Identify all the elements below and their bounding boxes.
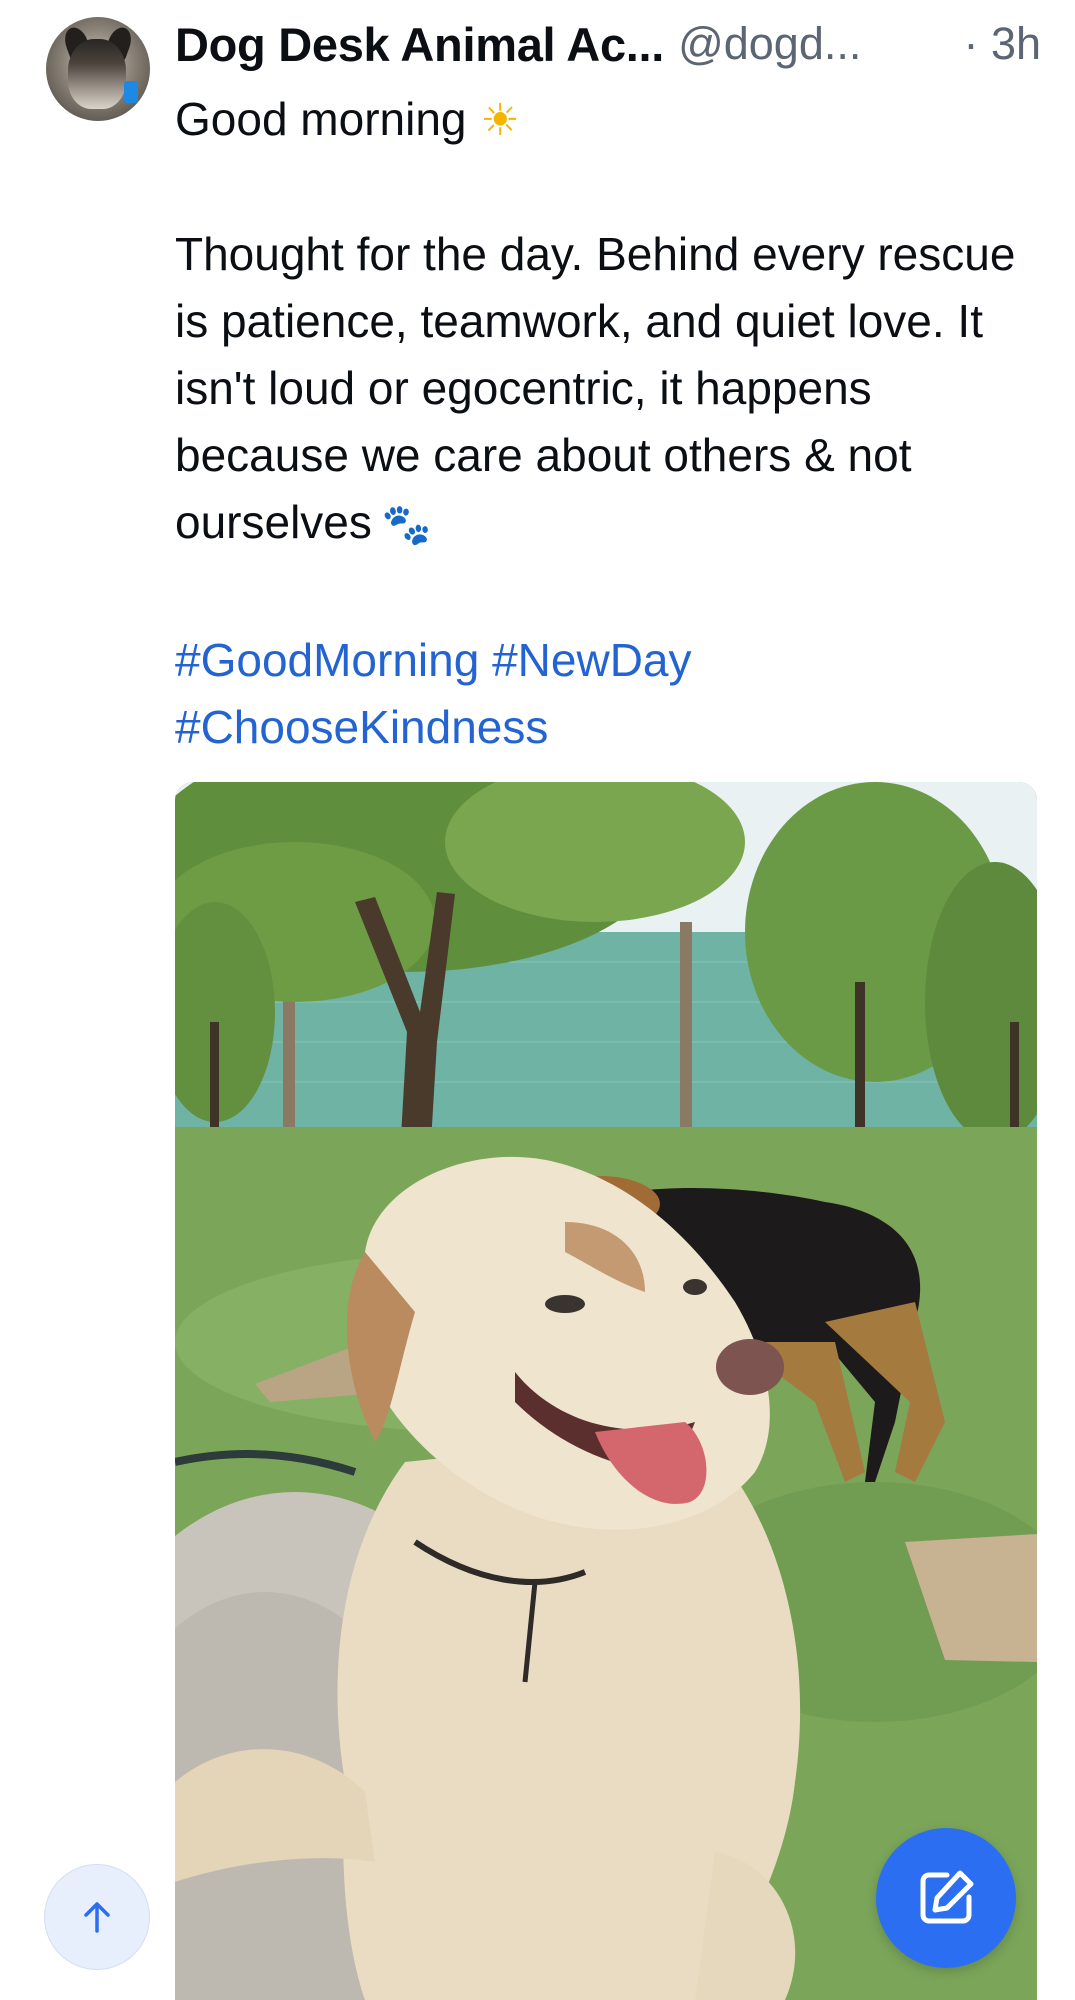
post-body-spacer — [175, 154, 1045, 221]
post-paragraph: Thought for the day. Behind every rescue… — [175, 221, 1045, 559]
post-header: Dog Desk Animal Ac... @dogd... · 3h — [175, 14, 1041, 74]
author-display-name[interactable]: Dog Desk Animal Ac... — [175, 17, 664, 72]
avatar-dog-face — [68, 39, 126, 109]
scroll-to-top-button[interactable] — [44, 1864, 150, 1970]
post-greeting-line: Good morning ☀ — [175, 86, 1045, 154]
photo-white-dog-nose — [716, 1339, 784, 1395]
post: Dog Desk Animal Ac... @dogd... · 3h Good… — [0, 0, 1075, 2000]
dog-photo — [175, 782, 1037, 2000]
photo-white-dog-eye — [545, 1295, 585, 1313]
post-image[interactable] — [175, 782, 1037, 2000]
hashtag-link[interactable]: #GoodMorning — [175, 634, 479, 686]
photo-tree-trunk — [210, 1022, 219, 1142]
arrow-up-icon — [84, 1902, 110, 1933]
author-handle[interactable]: @dogd... — [678, 18, 861, 70]
post-body: Good morning ☀ Thought for the day. Behin… — [175, 86, 1045, 559]
avatar-collar-tag — [124, 81, 138, 103]
post-greeting-text: Good morning — [175, 93, 467, 145]
post-paragraph-text: Thought for the day. Behind every rescue… — [175, 228, 1016, 548]
hashtag-link[interactable]: #ChooseKindness — [175, 701, 548, 753]
compose-edit-icon — [920, 1870, 974, 1924]
hashtag-link[interactable]: #NewDay — [492, 634, 691, 686]
sun-icon: ☀ — [480, 95, 520, 146]
photo-white-dog-eye — [683, 1279, 707, 1295]
author-avatar[interactable] — [46, 17, 150, 121]
paw-prints-icon: 🐾 — [381, 502, 432, 548]
post-timestamp[interactable]: · 3h — [963, 18, 1041, 70]
photo-tree-trunk — [855, 982, 865, 1142]
post-hashtags: #GoodMorning #NewDay #ChooseKindness — [175, 627, 1045, 761]
compose-post-button[interactable] — [876, 1828, 1016, 1968]
photo-fence-post — [680, 922, 692, 1132]
